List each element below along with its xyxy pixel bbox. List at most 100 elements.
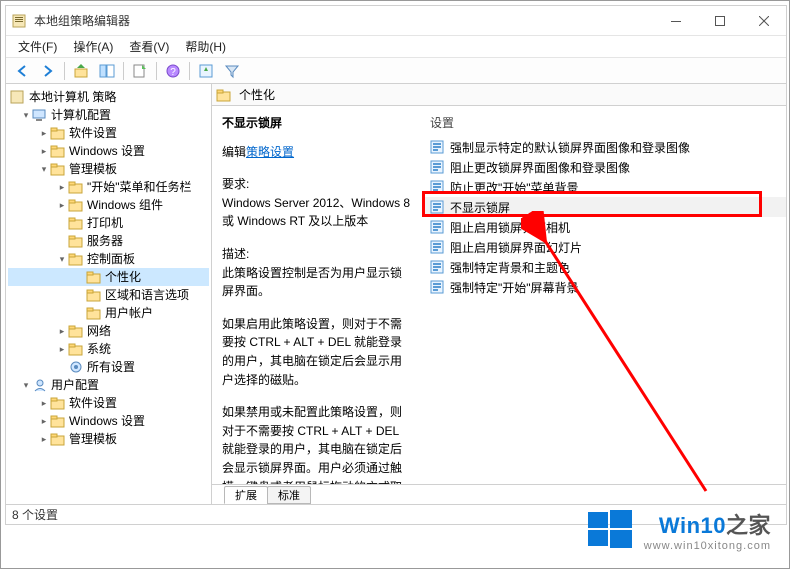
svg-text:?: ?: [170, 67, 176, 78]
tree-printer[interactable]: 打印机: [8, 214, 209, 232]
requirements-label: 要求:: [222, 175, 412, 194]
toolbar-separator: [156, 62, 157, 80]
tree-user-config[interactable]: ▾用户配置: [8, 376, 209, 394]
menu-help[interactable]: 帮助(H): [177, 36, 234, 57]
description-text-3: 如果禁用或未配置此策略设置，则对于不需要按 CTRL + ALT + DEL 就…: [222, 403, 412, 484]
close-button[interactable]: [742, 7, 786, 35]
forward-button[interactable]: [36, 60, 60, 82]
policy-item-icon: [430, 140, 444, 154]
settings-item[interactable]: 阻止启用锁屏界面相机: [422, 217, 786, 237]
help-button[interactable]: ?: [161, 60, 185, 82]
watermark: Win10之家 www.win10xitong.com: [586, 506, 771, 554]
folder-icon: [50, 161, 66, 177]
windows-logo-icon: [586, 506, 634, 554]
policy-icon: [10, 89, 26, 105]
tree-control-panel[interactable]: ▾控制面板: [8, 250, 209, 268]
tree-cc-software[interactable]: ▸软件设置: [8, 124, 209, 142]
watermark-url: www.win10xitong.com: [644, 540, 771, 552]
settings-item-label: 强制特定背景和主题色: [450, 259, 570, 276]
filter-button[interactable]: [220, 60, 244, 82]
description-label: 描述:: [222, 245, 412, 264]
window-title: 本地组策略编辑器: [34, 12, 130, 29]
show-hide-tree-button[interactable]: [95, 60, 119, 82]
edit-policy-link[interactable]: 策略设置: [246, 145, 294, 159]
tree-user-accounts[interactable]: 用户帐户: [8, 304, 209, 322]
tab-bar: 扩展 标准: [212, 484, 786, 504]
content-area: 不显示锁屏 编辑策略设置 要求: Windows Server 2012、Win…: [212, 106, 786, 484]
tree-windows-components[interactable]: ▸Windows 组件: [8, 196, 209, 214]
settings-item[interactable]: 强制特定背景和主题色: [422, 257, 786, 277]
toolbar-separator: [64, 62, 65, 80]
settings-icon: [68, 359, 84, 375]
settings-item[interactable]: 阻止更改锁屏界面图像和登录图像: [422, 157, 786, 177]
settings-header[interactable]: 设置: [422, 110, 786, 137]
menu-view[interactable]: 查看(V): [121, 36, 177, 57]
tree-uc-windows[interactable]: ▸Windows 设置: [8, 412, 209, 430]
tab-standard[interactable]: 标准: [267, 486, 311, 504]
edit-prefix: 编辑: [222, 145, 246, 159]
menu-file[interactable]: 文件(F): [10, 36, 65, 57]
toolbar-separator: [123, 62, 124, 80]
up-button[interactable]: [69, 60, 93, 82]
tree-cc-admin-templates[interactable]: ▾管理模板: [8, 160, 209, 178]
policy-item-icon: [430, 220, 444, 234]
watermark-brand-1: Win10: [659, 513, 726, 538]
settings-item-label: 强制特定"开始"屏幕背景: [450, 279, 579, 296]
folder-icon: [68, 341, 84, 357]
folder-icon: [86, 305, 102, 321]
watermark-brand-2: 之家: [726, 513, 771, 538]
folder-icon: [68, 197, 84, 213]
detail-title: 不显示锁屏: [222, 114, 412, 133]
folder-icon: [50, 413, 66, 429]
policy-item-icon: [430, 240, 444, 254]
tree-root[interactable]: 本地计算机 策略: [8, 88, 209, 106]
folder-icon: [68, 179, 84, 195]
settings-item[interactable]: 强制特定"开始"屏幕背景: [422, 277, 786, 297]
settings-item-label: 阻止启用锁屏界面相机: [450, 219, 570, 236]
detail-column: 不显示锁屏 编辑策略设置 要求: Windows Server 2012、Win…: [212, 106, 422, 484]
folder-icon: [50, 395, 66, 411]
app-icon: [12, 13, 28, 29]
tree-uc-software[interactable]: ▸软件设置: [8, 394, 209, 412]
tree-start-menu[interactable]: ▸"开始"菜单和任务栏: [8, 178, 209, 196]
tab-extended[interactable]: 扩展: [224, 486, 268, 504]
folder-icon: [68, 323, 84, 339]
settings-item[interactable]: 防止更改"开始"菜单背景: [422, 177, 786, 197]
expand-icon[interactable]: ▾: [20, 106, 32, 124]
settings-item[interactable]: 不显示锁屏: [422, 197, 786, 217]
settings-item-label: 阻止启用锁屏界面幻灯片: [450, 239, 582, 256]
user-icon: [32, 377, 48, 393]
folder-icon: [50, 125, 66, 141]
location-label: 个性化: [239, 86, 275, 103]
right-pane: 个性化 不显示锁屏 编辑策略设置 要求: Windows Server 2012…: [212, 84, 786, 504]
export-list-button[interactable]: [128, 60, 152, 82]
settings-list[interactable]: 设置 强制显示特定的默认锁屏界面图像和登录图像阻止更改锁屏界面图像和登录图像防止…: [422, 106, 786, 484]
tree-system[interactable]: ▸系统: [8, 340, 209, 358]
computer-icon: [32, 107, 48, 123]
folder-icon: [68, 251, 84, 267]
body: 本地计算机 策略 ▾计算机配置 ▸软件设置 ▸Windows 设置 ▾管理模板 …: [6, 84, 786, 504]
tree-computer-config[interactable]: ▾计算机配置: [8, 106, 209, 124]
folder-icon: [86, 269, 102, 285]
tree-cc-windows[interactable]: ▸Windows 设置: [8, 142, 209, 160]
status-count: 8 个设置: [12, 506, 58, 523]
tree-server[interactable]: 服务器: [8, 232, 209, 250]
maximize-button[interactable]: [698, 7, 742, 35]
description-text-1: 此策略设置控制是否为用户显示锁屏界面。: [222, 264, 412, 301]
policy-item-icon: [430, 200, 444, 214]
tree-network[interactable]: ▸网络: [8, 322, 209, 340]
tree-region-language[interactable]: 区域和语言选项: [8, 286, 209, 304]
tree-pane[interactable]: 本地计算机 策略 ▾计算机配置 ▸软件设置 ▸Windows 设置 ▾管理模板 …: [6, 84, 212, 504]
settings-item[interactable]: 阻止启用锁屏界面幻灯片: [422, 237, 786, 257]
folder-icon: [50, 143, 66, 159]
tree-all-settings[interactable]: 所有设置: [8, 358, 209, 376]
menubar: 文件(F) 操作(A) 查看(V) 帮助(H): [6, 36, 786, 58]
tree-uc-admin-templates[interactable]: ▸管理模板: [8, 430, 209, 448]
tree-personalization[interactable]: 个性化: [8, 268, 209, 286]
back-button[interactable]: [10, 60, 34, 82]
settings-item[interactable]: 强制显示特定的默认锁屏界面图像和登录图像: [422, 137, 786, 157]
minimize-button[interactable]: [654, 7, 698, 35]
policy-item-icon: [430, 160, 444, 174]
menu-action[interactable]: 操作(A): [65, 36, 121, 57]
properties-button[interactable]: [194, 60, 218, 82]
